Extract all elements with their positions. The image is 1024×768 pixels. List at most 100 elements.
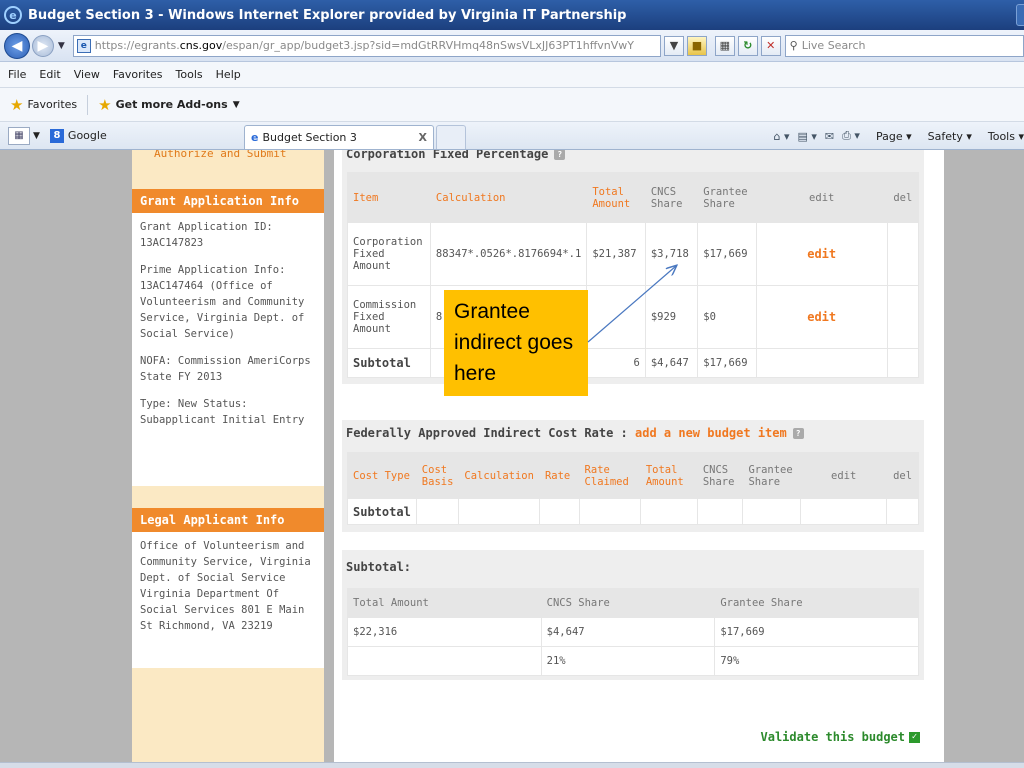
corporation-fixed-heading: Corporation Fixed Percentage? <box>342 150 924 166</box>
main-content: Corporation Fixed Percentage? Item Calcu… <box>334 150 944 762</box>
table-header-row: Total Amount CNCS Share Grantee Share <box>347 588 919 618</box>
lock-icon[interactable]: ■ <box>686 35 707 56</box>
col-calculation: Calculation <box>429 172 588 223</box>
add-budget-item-link[interactable]: add a new budget item <box>635 426 787 440</box>
address-input[interactable]: e https://egrants. cns.gov/espan/gr_app/b… <box>72 34 661 57</box>
empty-cell <box>696 498 744 525</box>
subtotal-label: Subtotal <box>347 498 417 525</box>
table-row: Commission Fixed Amount 8 $929 $0 edit <box>347 285 920 349</box>
search-placeholder: Live Search <box>801 39 866 52</box>
menu-edit[interactable]: Edit <box>39 68 60 81</box>
history-dropdown-icon[interactable]: ▼ <box>58 41 65 51</box>
search-input[interactable]: ⚲ Live Search <box>784 34 1024 57</box>
get-addons-link[interactable]: Get more Add-ons <box>116 98 228 111</box>
forward-button[interactable]: ▶ <box>31 34 54 57</box>
legal-applicant-info: Office of Volunteerism and Community Ser… <box>132 532 324 668</box>
help-icon[interactable]: ? <box>792 428 804 439</box>
address-bar-row: ◀ ▶ ▼ e https://egrants. cns.gov/espan/gr… <box>0 30 1024 62</box>
favorites-bar: ★ Favorites ★ Get more Add-ons ▼ <box>0 88 1024 122</box>
subtotal-edit <box>755 348 888 378</box>
google-label: Google <box>67 129 107 142</box>
table-header-row: Item Calculation Total Amount CNCS Share… <box>347 172 920 223</box>
nofa-info: NOFA: Commission AmeriCorps State FY 201… <box>140 355 311 383</box>
col-calculation: Calculation <box>458 452 540 499</box>
addons-dropdown-icon[interactable]: ▼ <box>233 100 240 110</box>
menu-tools[interactable]: Tools <box>176 68 203 81</box>
summary-heading: Subtotal: <box>346 560 412 574</box>
menu-favorites[interactable]: Favorites <box>113 68 163 81</box>
empty-cell <box>639 498 698 525</box>
tab-list-dropdown-icon[interactable]: ▼ <box>33 131 40 141</box>
subtotal-total: 6 <box>586 348 646 378</box>
refresh-button[interactable]: ↻ <box>737 35 758 56</box>
col-total-amount: Total Amount <box>639 452 698 499</box>
favorites-button[interactable]: Favorites <box>27 98 77 111</box>
help-icon[interactable]: ? <box>554 150 566 160</box>
tab-budget-section-3[interactable]: e Budget Section 3 X <box>244 125 434 149</box>
indirect-cost-table: Cost Type Cost Basis Calculation Rate Ra… <box>347 452 919 525</box>
ie-logo-icon: e <box>4 6 22 24</box>
safety-menu-label: Safety <box>927 129 963 143</box>
row-item: Commission Fixed Amount <box>347 285 431 349</box>
menu-file[interactable]: File <box>8 68 26 81</box>
col-cost-type: Cost Type <box>347 452 417 499</box>
window-control-button[interactable] <box>1016 4 1024 26</box>
status-bar <box>0 762 1024 768</box>
subtotal-row: Subtotal <box>347 498 919 525</box>
compatibility-view-icon[interactable]: ▦ <box>714 35 735 56</box>
subtotal-label: Subtotal <box>347 348 431 378</box>
type-status: Type: New Status: Subapplicant Initial E… <box>140 398 305 426</box>
col-grantee-share: Grantee Share <box>742 452 802 499</box>
tab-bar: ▦ ▼ 8 Google e Budget Section 3 X ⌂ ▾ ▤ … <box>0 122 1024 150</box>
summary-total: $22,316 <box>347 617 542 647</box>
table-header-row: Cost Type Cost Basis Calculation Rate Ra… <box>347 452 919 499</box>
validate-budget-link[interactable]: Validate this budget ✓ <box>760 730 920 744</box>
grant-application-heading: Grant Application Info <box>132 189 324 213</box>
page-viewport: Authorize and Submit Grant Application I… <box>0 150 1024 762</box>
empty-cell <box>415 498 460 525</box>
row-del[interactable] <box>886 222 920 286</box>
close-tab-icon[interactable]: X <box>419 131 427 144</box>
legal-info: Office of Volunteerism and Community Ser… <box>140 540 311 632</box>
row-item: Corporation Fixed Amount <box>347 222 431 286</box>
col-cncs-share: CNCS Share <box>696 452 744 499</box>
add-favorites-icon[interactable]: ★ <box>98 96 111 114</box>
menu-help[interactable]: Help <box>216 68 241 81</box>
tab-label: Budget Section 3 <box>262 131 357 144</box>
home-icon[interactable]: ⌂ ▾ <box>773 130 789 143</box>
mail-icon[interactable]: ✉ <box>825 130 834 143</box>
window-title-bar: e Budget Section 3 - Windows Internet Ex… <box>0 0 1024 30</box>
search-icon: ⚲ <box>789 39 798 52</box>
validate-label: Validate this budget <box>760 730 906 744</box>
menu-view[interactable]: View <box>74 68 100 81</box>
new-tab-button[interactable] <box>436 125 466 149</box>
summary-table: Total Amount CNCS Share Grantee Share $2… <box>347 588 919 676</box>
url-domain: cns.gov <box>179 39 223 52</box>
col-item: Item <box>347 172 431 223</box>
col-cost-basis: Cost Basis <box>415 452 460 499</box>
empty-cell <box>458 498 540 525</box>
print-icon[interactable]: ⎙ ▾ <box>842 129 860 143</box>
tools-menu[interactable]: Tools ▾ <box>980 130 1024 143</box>
feeds-icon[interactable]: ▤ ▾ <box>798 130 817 143</box>
row-total <box>586 285 646 349</box>
address-dropdown-icon[interactable]: ▼ <box>663 35 684 56</box>
subtotal-cncs: $4,647 <box>644 348 699 378</box>
quick-tabs-icon[interactable]: ▦ <box>8 126 30 145</box>
empty-cell <box>538 498 580 525</box>
authorize-submit-link[interactable]: Authorize and Submit <box>154 150 286 160</box>
col-grantee-share: Grantee Share <box>714 588 919 618</box>
url-scheme: https://egrants. <box>94 39 180 52</box>
row-del[interactable] <box>886 285 920 349</box>
page-icon: e <box>76 38 91 53</box>
edit-link[interactable]: edit <box>755 285 888 349</box>
search-provider-google[interactable]: 8 Google <box>44 124 174 148</box>
check-icon: ✓ <box>909 732 920 743</box>
page-menu[interactable]: Page ▾ <box>868 130 912 143</box>
edit-link[interactable]: edit <box>755 222 888 286</box>
safety-menu[interactable]: Safety ▾ <box>920 130 972 143</box>
favorites-star-icon[interactable]: ★ <box>10 96 23 114</box>
stop-button[interactable]: ✕ <box>760 35 781 56</box>
back-button[interactable]: ◀ <box>4 32 30 59</box>
row-cncs: $929 <box>644 285 699 349</box>
